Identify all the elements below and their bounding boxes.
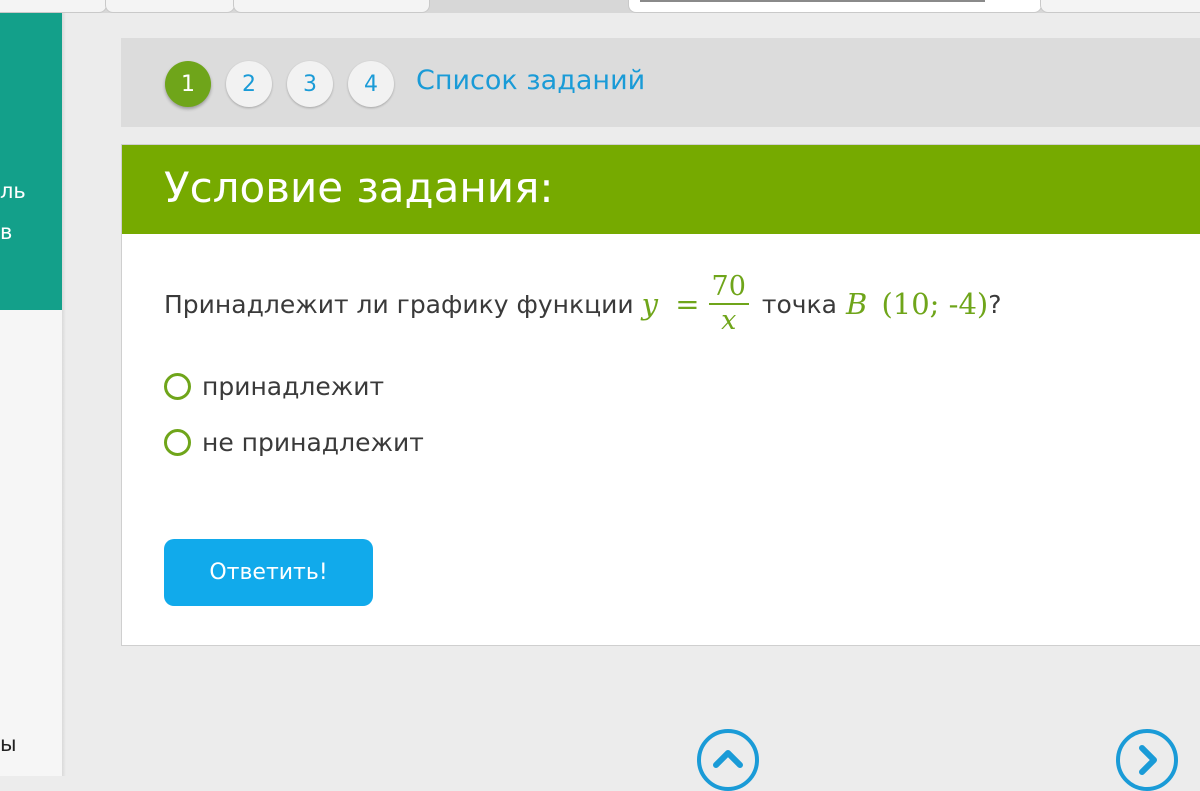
chevron-right-icon [1139, 745, 1157, 775]
task-pager: 1 2 3 4 Список заданий [121, 38, 1200, 127]
fraction-numerator: 70 [711, 271, 746, 302]
pager-item-1[interactable]: 1 [165, 61, 211, 107]
browser-tab-strip [0, 0, 1200, 13]
question-prefix: Принадлежит ли графику функции [164, 289, 634, 319]
answer-option-label: не принадлежит [202, 428, 424, 457]
fraction-denominator: x [721, 305, 737, 336]
browser-tab[interactable] [0, 0, 107, 13]
task-card: Условие задания: Принадлежит ли графику … [121, 144, 1200, 646]
radio-button[interactable] [164, 429, 191, 456]
tab-indicator-line [640, 0, 985, 2]
point-name: B [845, 287, 868, 321]
scroll-up-button[interactable] [697, 729, 759, 791]
submit-answer-button[interactable]: Ответить! [164, 539, 373, 606]
formula-equals: = [675, 287, 700, 321]
pager-item-3[interactable]: 3 [287, 61, 333, 107]
pager-item-2[interactable]: 2 [226, 61, 272, 107]
sidebar-shadow [62, 13, 66, 776]
formula-lhs: y [641, 287, 658, 321]
question-suffix: ? [988, 289, 1002, 319]
task-card-header: Условие задания: [122, 145, 1200, 234]
point-coords: (10; -4) [881, 287, 989, 321]
answer-option-1[interactable]: принадлежит [164, 372, 384, 401]
sidebar: ль в ы [0, 13, 62, 776]
sidebar-text: в [0, 220, 13, 244]
browser-tab[interactable] [1040, 0, 1200, 13]
sidebar-profile-panel[interactable]: ль в [0, 13, 62, 310]
radio-button[interactable] [164, 373, 191, 400]
question-text: Принадлежит ли графику функции y = 70 x … [164, 271, 1002, 337]
browser-tab[interactable] [233, 0, 430, 13]
question-middle: точка [761, 289, 837, 319]
sidebar-menu-item[interactable]: ы [0, 732, 17, 756]
browser-tab[interactable] [105, 0, 235, 13]
answer-option-2[interactable]: не принадлежит [164, 428, 424, 457]
chevron-up-icon [713, 750, 743, 768]
task-title: Условие задания: [164, 163, 554, 212]
answer-option-label: принадлежит [202, 372, 385, 401]
point: B (10; -4) [846, 287, 988, 321]
task-list-link[interactable]: Список заданий [416, 65, 645, 96]
next-task-button[interactable] [1116, 729, 1178, 791]
formula-fraction: 70 x [708, 271, 750, 337]
formula: y = [642, 287, 700, 321]
pager-item-4[interactable]: 4 [348, 61, 394, 107]
sidebar-text: ль [0, 179, 26, 203]
